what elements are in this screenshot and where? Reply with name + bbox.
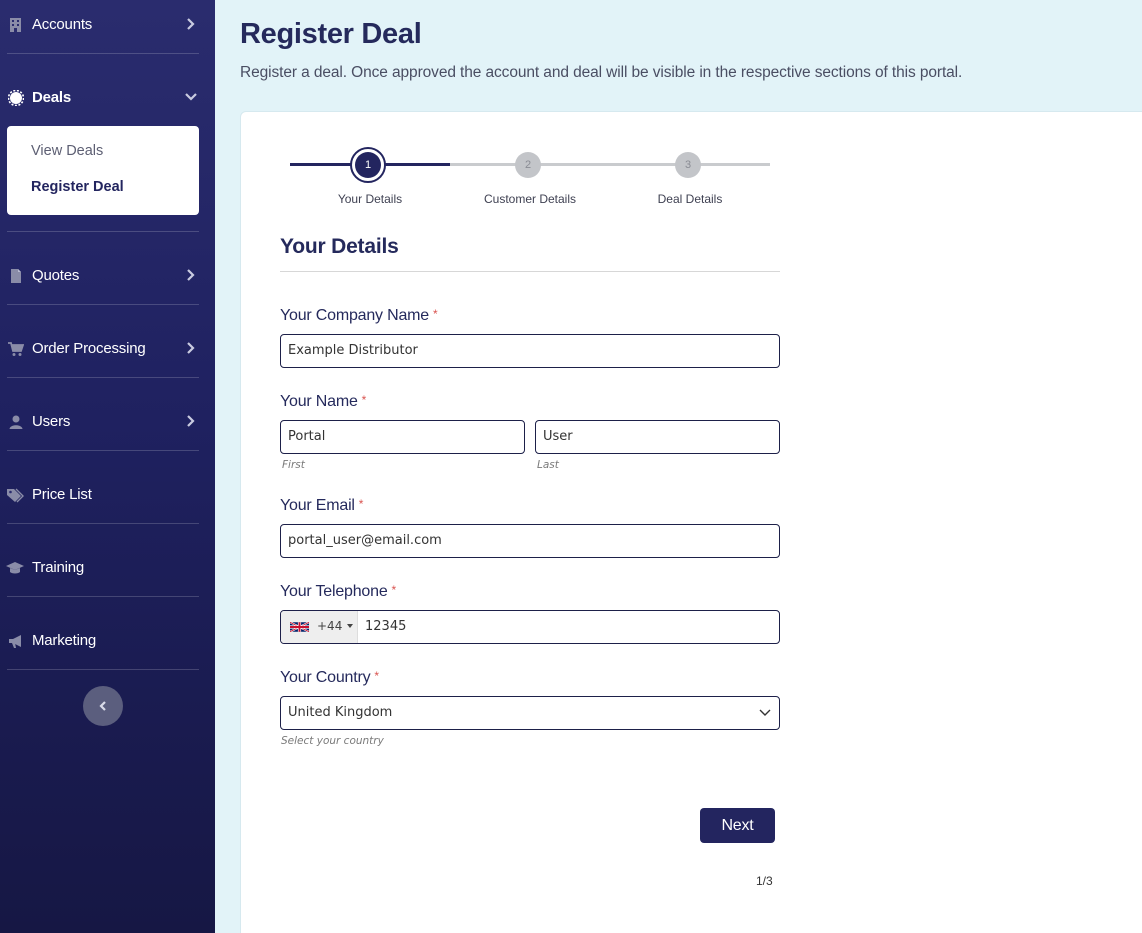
submenu-item-register-deal[interactable]: Register Deal	[31, 179, 124, 195]
sidebar-divider	[7, 231, 199, 232]
step-connector-pending	[450, 163, 770, 166]
gear-badge-icon	[8, 90, 24, 106]
chevron-down-icon	[759, 709, 771, 716]
deals-submenu: View Deals Register Deal	[7, 126, 199, 215]
company-name-label: Your Company Name *	[280, 307, 438, 324]
country-label: Your Country *	[280, 669, 379, 686]
sidebar-item-training[interactable]: Training	[0, 548, 215, 588]
step-3-label: Deal Details	[657, 192, 723, 206]
required-marker: *	[358, 497, 364, 511]
sidebar-item-label: Users	[32, 413, 71, 430]
last-name-input[interactable]: User	[535, 420, 780, 454]
required-marker: *	[361, 393, 367, 407]
sidebar-item-deals[interactable]: Deals	[0, 78, 215, 118]
sidebar-divider	[7, 53, 199, 54]
first-name-input[interactable]: Portal	[280, 420, 525, 454]
sidebar-divider	[7, 450, 199, 451]
page-title: Register Deal	[240, 18, 422, 50]
sidebar-divider	[7, 377, 199, 378]
section-title: Your Details	[280, 235, 399, 258]
next-button[interactable]: Next	[700, 808, 775, 843]
caret-down-icon	[347, 624, 353, 628]
uk-flag-icon	[290, 621, 309, 633]
page-indicator: 1/3	[756, 874, 773, 888]
chevron-down-icon	[185, 93, 197, 101]
sidebar-item-quotes[interactable]: Quotes	[0, 256, 215, 296]
sidebar-item-label: Training	[32, 559, 85, 576]
step-2-circle[interactable]: 2	[515, 152, 541, 178]
dial-code: +44	[317, 619, 343, 633]
telephone-label: Your Telephone *	[280, 583, 397, 600]
required-marker: *	[374, 669, 379, 683]
document-icon	[11, 269, 21, 283]
chevron-right-icon	[187, 342, 195, 354]
country-code-dropdown[interactable]: +44	[281, 611, 358, 643]
sidebar-divider	[7, 596, 199, 597]
building-icon	[10, 18, 21, 32]
sidebar-divider	[7, 523, 199, 524]
page-subtitle: Register a deal. Once approved the accou…	[240, 64, 963, 81]
required-marker: *	[391, 583, 397, 597]
chevron-left-icon	[99, 701, 106, 711]
chevron-right-icon	[187, 269, 195, 281]
step-1-label: Your Details	[337, 192, 403, 206]
chevron-right-icon	[187, 415, 195, 427]
first-name-hint: First	[282, 459, 305, 471]
sidebar: Accounts Deals View Deals Register Deal …	[0, 0, 215, 933]
chevron-right-icon	[187, 18, 195, 30]
country-hint: Select your country	[281, 735, 384, 747]
step-1-circle[interactable]: 1	[355, 152, 381, 178]
sidebar-item-label: Deals	[32, 89, 72, 106]
sidebar-item-label: Quotes	[32, 267, 80, 284]
sidebar-item-label: Marketing	[32, 632, 97, 649]
country-select[interactable]: United Kingdom	[280, 696, 780, 730]
email-field[interactable]: portal_user@email.com	[280, 524, 780, 558]
sidebar-divider	[7, 304, 199, 305]
sidebar-item-accounts[interactable]: Accounts	[0, 5, 215, 45]
sidebar-item-marketing[interactable]: Marketing	[0, 621, 215, 661]
company-name-input[interactable]: Example Distributor	[280, 334, 780, 368]
step-2-label: Customer Details	[483, 192, 577, 206]
required-marker: *	[432, 307, 438, 321]
sidebar-item-label: Price List	[32, 486, 92, 503]
sidebar-item-label: Accounts	[32, 16, 93, 33]
sidebar-item-order-processing[interactable]: Order Processing	[0, 329, 215, 369]
email-label: Your Email *	[280, 497, 364, 514]
megaphone-icon	[9, 635, 21, 648]
sidebar-item-label: Order Processing	[32, 340, 146, 357]
step-3-circle[interactable]: 3	[675, 152, 701, 178]
sidebar-divider	[7, 669, 199, 670]
tags-icon	[7, 488, 24, 503]
user-icon	[9, 415, 23, 429]
sidebar-collapse-button[interactable]	[83, 686, 123, 726]
last-name-hint: Last	[537, 459, 559, 471]
graduation-cap-icon	[6, 562, 24, 574]
name-label: Your Name *	[280, 393, 367, 410]
sidebar-item-price-list[interactable]: Price List	[0, 475, 215, 515]
section-divider	[280, 271, 780, 272]
sidebar-item-users[interactable]: Users	[0, 402, 215, 442]
submenu-item-view-deals[interactable]: View Deals	[31, 143, 103, 159]
cart-icon	[8, 342, 24, 356]
